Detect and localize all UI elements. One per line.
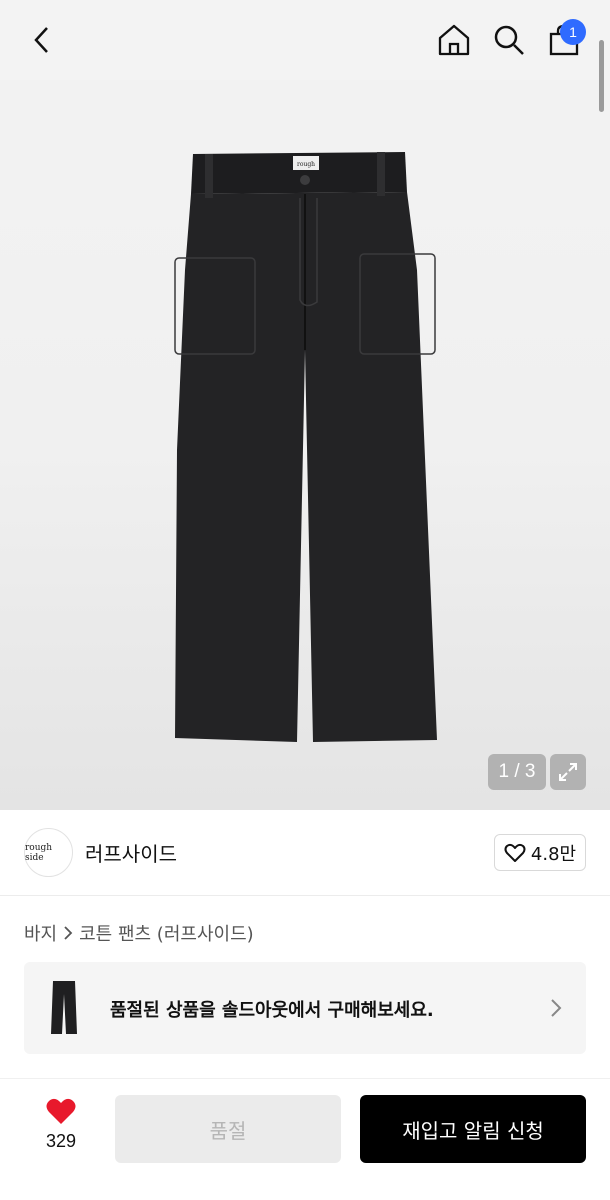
cart-count-badge: 1	[560, 19, 586, 45]
home-button[interactable]	[432, 18, 476, 62]
chevron-left-icon	[34, 27, 48, 53]
home-icon	[438, 24, 470, 56]
soldout-banner-text: 품절된 상품을 솔드아웃에서 구매해보세요.	[110, 1000, 434, 1021]
product-image-gallery[interactable]: rough 1 / 3	[0, 0, 610, 810]
brand-name[interactable]: 러프사이드	[85, 838, 177, 867]
restock-alert-button[interactable]: 재입고 알림 신청	[360, 1095, 586, 1163]
image-counter: 1 / 3	[488, 754, 546, 790]
banner-product-thumbnail	[51, 981, 77, 1034]
brand-logo-text: rough side	[25, 842, 53, 863]
soldout-banner[interactable]: 품절된 상품을 솔드아웃에서 구매해보세요.	[24, 962, 586, 1054]
brand-logo[interactable]: rough side	[24, 828, 73, 877]
brand-like-button[interactable]: 4.8만	[494, 834, 586, 871]
brand-like-count: 4.8만	[530, 843, 577, 865]
brand-row: rough side 러프사이드 4.8만	[0, 810, 610, 896]
pants-label-text: rough	[297, 161, 315, 168]
breadcrumb-product: 코튼 팬츠 (러프사이드)	[79, 924, 254, 945]
breadcrumb: 바지 코튼 팬츠 (러프사이드)	[24, 920, 254, 946]
back-button[interactable]	[20, 18, 64, 62]
chevron-right-icon	[64, 926, 73, 940]
scrollbar[interactable]	[599, 40, 604, 112]
wish-button[interactable]: 329	[30, 1097, 92, 1167]
product-image: rough	[174, 152, 437, 742]
bottom-action-bar: 329 품절 재입고 알림 신청	[0, 1078, 610, 1200]
search-icon	[494, 25, 524, 55]
expand-icon	[559, 763, 577, 781]
heart-outline-icon	[504, 843, 526, 862]
top-navigation: 1	[0, 0, 610, 80]
breadcrumb-category[interactable]: 바지	[24, 920, 57, 946]
expand-button[interactable]	[550, 754, 586, 790]
soldout-button[interactable]: 품절	[115, 1095, 341, 1163]
search-button[interactable]	[487, 18, 531, 62]
heart-filled-icon	[46, 1098, 76, 1124]
chevron-right-icon	[551, 999, 562, 1017]
wish-count: 329	[45, 1131, 77, 1151]
